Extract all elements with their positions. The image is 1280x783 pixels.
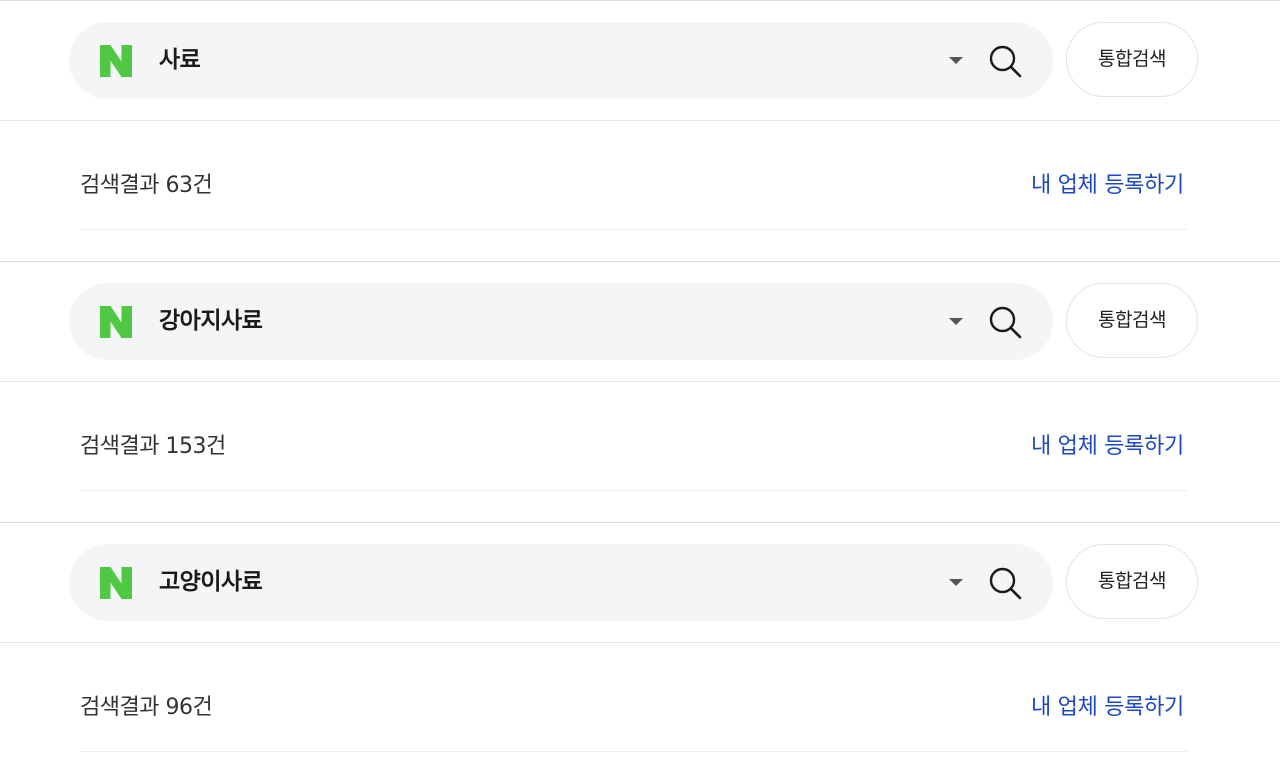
search-bar-area: 강아지사료 통합검색 xyxy=(0,262,1280,381)
search-query-text[interactable]: 사료 xyxy=(159,22,201,99)
result-count: 검색결과 96건 xyxy=(80,695,213,720)
search-query-text[interactable]: 고양이사료 xyxy=(159,544,263,621)
search-bar-area: 고양이사료 통합검색 xyxy=(0,523,1280,642)
result-summary-row: 검색결과 63건 내 업체 등록하기 xyxy=(80,121,1187,229)
search-block-3: 고양이사료 통합검색 검색결과 96건 내 업체 등록하기 xyxy=(0,522,1280,783)
divider xyxy=(80,490,1187,491)
register-business-link[interactable]: 내 업체 등록하기 xyxy=(1031,643,1184,773)
search-block-2: 강아지사료 통합검색 검색결과 153건 내 업체 등록하기 xyxy=(0,261,1280,522)
register-business-link[interactable]: 내 업체 등록하기 xyxy=(1031,382,1184,512)
search-icon[interactable] xyxy=(987,304,1023,340)
integrated-search-button[interactable]: 통합검색 xyxy=(1066,283,1198,358)
integrated-search-button[interactable]: 통합검색 xyxy=(1066,22,1198,97)
search-box[interactable]: 강아지사료 xyxy=(69,283,1053,360)
result-count: 검색결과 63건 xyxy=(80,173,213,198)
divider xyxy=(80,229,1187,230)
caret-down-icon[interactable] xyxy=(949,57,963,64)
search-box[interactable]: 사료 xyxy=(69,22,1053,99)
search-bar-area: 사료 통합검색 xyxy=(0,1,1280,120)
result-summary-row: 검색결과 96건 내 업체 등록하기 xyxy=(80,643,1187,751)
caret-down-icon[interactable] xyxy=(949,579,963,586)
naver-logo-icon[interactable] xyxy=(98,43,134,79)
result-count: 검색결과 153건 xyxy=(80,434,226,459)
naver-logo-icon[interactable] xyxy=(98,304,134,340)
divider xyxy=(80,751,1187,752)
search-icon[interactable] xyxy=(987,43,1023,79)
search-results-page: 사료 통합검색 검색결과 63건 내 업체 등록하기 강아지사료 통합검색 검색… xyxy=(0,0,1280,783)
search-query-text[interactable]: 강아지사료 xyxy=(159,283,263,360)
search-box[interactable]: 고양이사료 xyxy=(69,544,1053,621)
naver-logo-icon[interactable] xyxy=(98,565,134,601)
caret-down-icon[interactable] xyxy=(949,318,963,325)
register-business-link[interactable]: 내 업체 등록하기 xyxy=(1031,121,1184,251)
search-icon[interactable] xyxy=(987,565,1023,601)
integrated-search-button[interactable]: 통합검색 xyxy=(1066,544,1198,619)
result-summary-row: 검색결과 153건 내 업체 등록하기 xyxy=(80,382,1187,490)
search-block-1: 사료 통합검색 검색결과 63건 내 업체 등록하기 xyxy=(0,0,1280,261)
